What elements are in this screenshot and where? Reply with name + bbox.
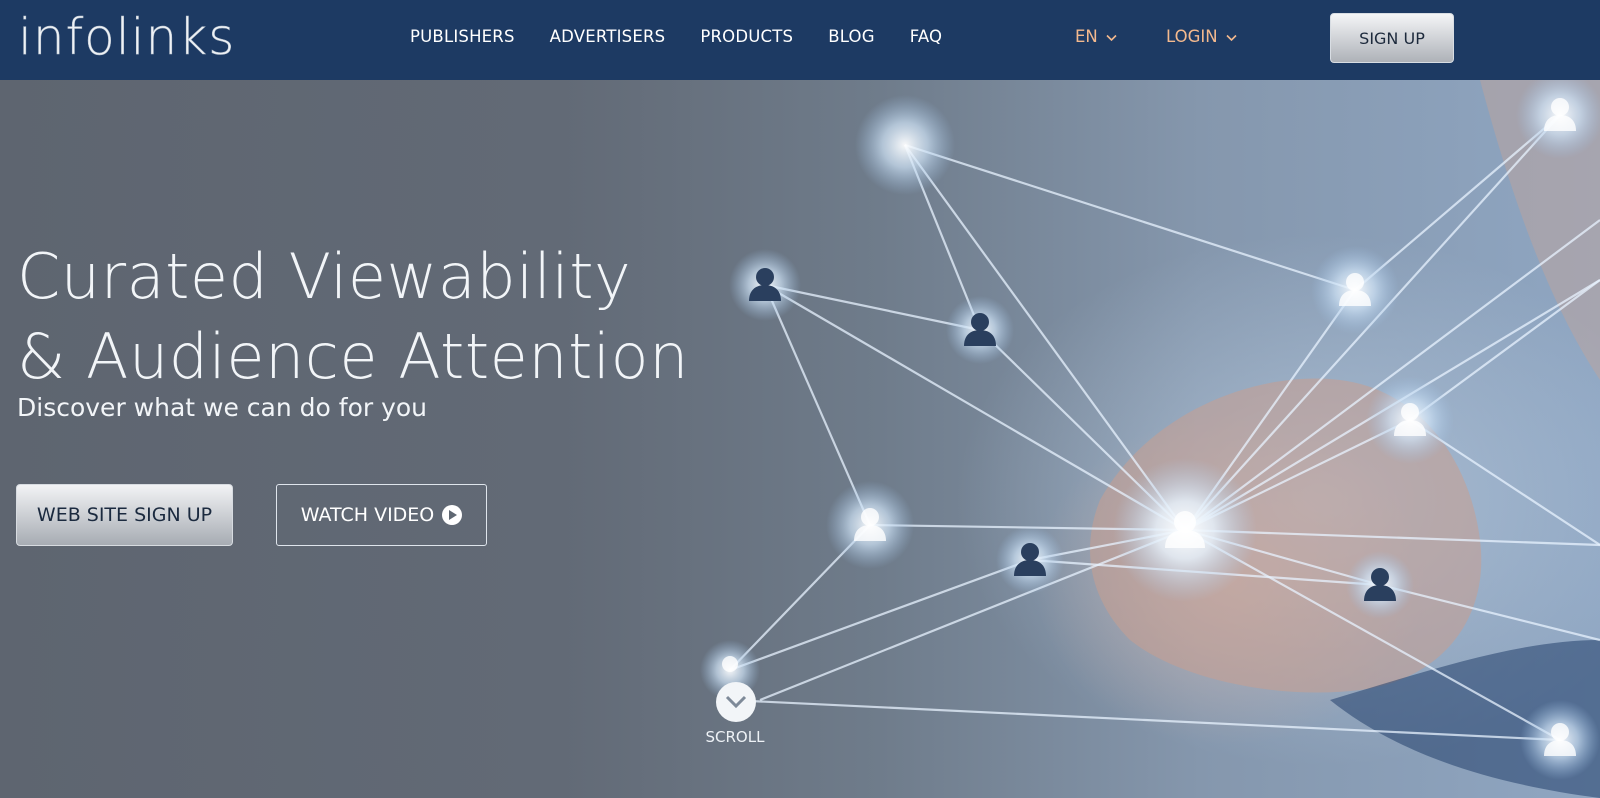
network-illustration — [700, 80, 1600, 798]
login-dropdown[interactable]: LOGIN — [1166, 24, 1237, 50]
login-label: LOGIN — [1166, 27, 1218, 46]
top-navigation-bar: infolinks PUBLISHERS ADVERTISERS PRODUCT… — [0, 0, 1600, 80]
sign-up-button[interactable]: SIGN UP — [1330, 13, 1454, 63]
hero-headline: Curated Viewability & Audience Attention — [17, 237, 737, 397]
language-label: EN — [1075, 27, 1098, 46]
infolinks-logo[interactable]: infolinks — [18, 4, 235, 67]
play-icon — [442, 505, 463, 525]
language-dropdown[interactable]: EN — [1075, 24, 1117, 50]
watch-video-label: WATCH VIDEO — [300, 504, 435, 526]
hero-headline-line-2: & Audience Attention — [17, 320, 689, 393]
nav-products[interactable]: PRODUCTS — [700, 24, 793, 50]
main-nav: PUBLISHERS ADVERTISERS PRODUCTS BLOG FAQ — [410, 24, 942, 50]
nav-publishers[interactable]: PUBLISHERS — [410, 24, 515, 50]
website-sign-up-button[interactable]: WEB SITE SIGN UP — [16, 484, 233, 546]
hero-section: Curated Viewability & Audience Attention… — [0, 80, 1600, 798]
hero-headline-line-1: Curated Viewability — [17, 240, 632, 313]
nav-advertisers[interactable]: ADVERTISERS — [550, 24, 666, 50]
nav-blog[interactable]: BLOG — [828, 24, 875, 50]
hero-subtitle: Discover what we can do for you — [17, 393, 428, 422]
scroll-label[interactable]: SCROLL — [700, 728, 770, 746]
nav-faq[interactable]: FAQ — [910, 24, 943, 50]
chevron-down-icon — [1106, 34, 1117, 41]
chevron-down-icon — [1226, 34, 1237, 41]
scroll-down-icon[interactable] — [716, 682, 756, 722]
watch-video-button[interactable]: WATCH VIDEO — [276, 484, 487, 546]
